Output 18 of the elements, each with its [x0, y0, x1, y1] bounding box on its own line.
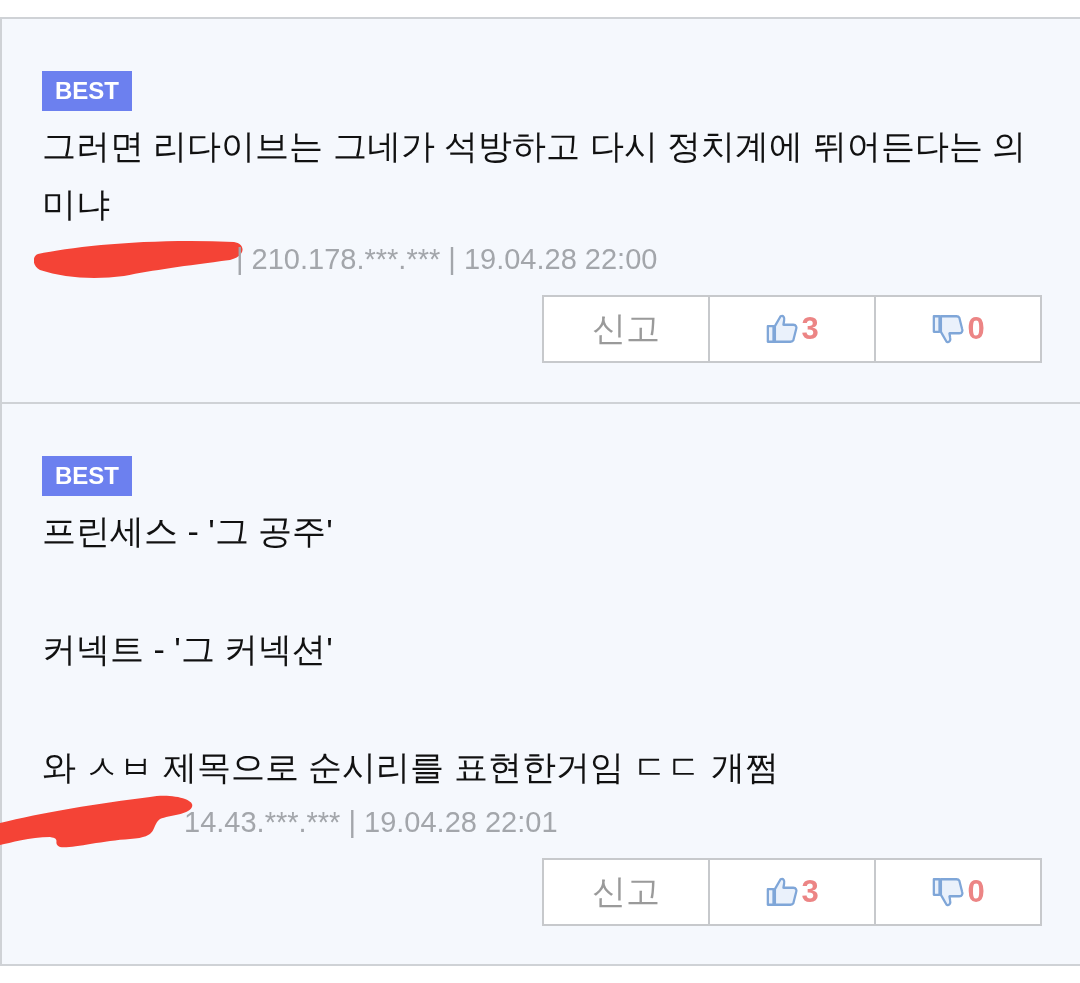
dislike-button[interactable]: 0 — [874, 295, 1042, 363]
best-badge: BEST — [42, 71, 132, 111]
thumbs-down-icon — [931, 875, 966, 909]
comment-text: 커넥트 - '그 커넥션' — [42, 629, 334, 670]
thumbs-up-icon — [765, 875, 800, 909]
report-button[interactable]: 신고 — [542, 858, 710, 926]
comment-text: 그러면 리다이브는 그네가 석방하고 다시 정치계에 뛰어든다는 의미냐 — [42, 126, 1028, 225]
comment-text: 프린세스 - '그 공주' — [42, 511, 334, 552]
best-badge: BEST — [42, 456, 132, 496]
thumbs-down-icon — [931, 312, 966, 346]
dislike-button[interactable]: 0 — [874, 858, 1042, 926]
thumbs-up-icon — [765, 312, 800, 346]
like-button[interactable]: 3 — [708, 858, 876, 926]
comment-meta: | 210.178.***.*** | 19.04.28 22:00 — [236, 242, 658, 276]
report-button[interactable]: 신고 — [542, 295, 710, 363]
comment-text: 와 ㅅㅂ 제목으로 순시리를 표현한거임 ㄷㄷ 개쩜 — [42, 747, 779, 788]
like-button[interactable]: 3 — [708, 295, 876, 363]
comment-meta: 14.43.***.*** | 19.04.28 22:01 — [184, 805, 558, 839]
